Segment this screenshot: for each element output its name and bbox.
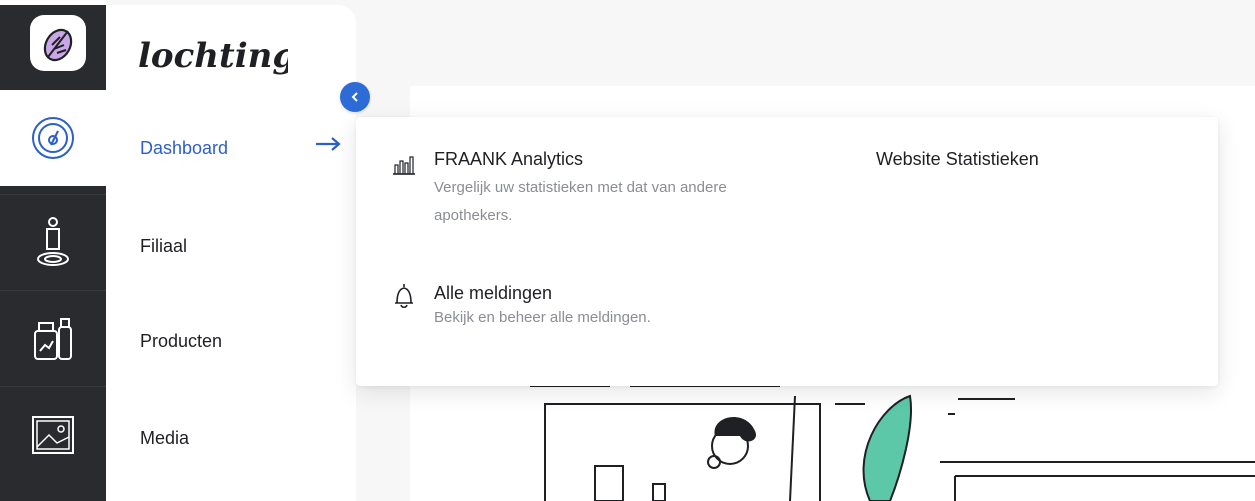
lochting-logo-icon: lochting bbox=[138, 36, 296, 76]
sidebar-nav: lochting Dashboard Filiaal Producten Med… bbox=[106, 5, 356, 501]
sidebar-item-filiaal[interactable]: Filiaal bbox=[140, 236, 187, 257]
collapse-sidebar-button[interactable] bbox=[340, 82, 370, 112]
sidebar-item-media[interactable]: Media bbox=[140, 428, 189, 449]
rail-item-filiaal[interactable] bbox=[0, 194, 106, 291]
rail-top-gap bbox=[0, 0, 106, 5]
entry-title: Website Statistieken bbox=[876, 149, 1039, 169]
analytics-chart-icon bbox=[393, 156, 415, 175]
chevron-left-icon bbox=[351, 92, 358, 102]
office-illustration-icon bbox=[530, 386, 1255, 501]
gauge-icon bbox=[32, 117, 74, 159]
app-logo[interactable] bbox=[30, 15, 86, 71]
svg-text:lochting: lochting bbox=[138, 36, 288, 76]
arrow-right-icon bbox=[316, 137, 341, 151]
bell-icon bbox=[395, 284, 413, 309]
image-icon bbox=[32, 416, 74, 454]
dashboard-dropdown-menu: FRAANK Analytics Vergelijk uw statistiek… bbox=[356, 117, 1218, 386]
entry-title: Alle meldingen bbox=[434, 283, 553, 303]
menu-entry-fraank-analytics[interactable]: FRAANK Analytics Vergelijk uw statistiek… bbox=[434, 149, 794, 230]
brand-wordmark: lochting bbox=[138, 25, 296, 90]
sidebar-item-dashboard[interactable]: Dashboard bbox=[140, 138, 228, 159]
dashboard-illustration bbox=[410, 386, 1255, 501]
leaf-logo-icon bbox=[43, 28, 73, 62]
rail-item-producten[interactable] bbox=[0, 290, 106, 387]
entry-title: FRAANK Analytics bbox=[434, 149, 584, 169]
entry-description: Bekijk en beheer alle meldingen. bbox=[434, 309, 651, 326]
store-person-icon bbox=[37, 217, 69, 266]
products-icon bbox=[34, 318, 72, 360]
menu-entry-website-statistieken[interactable]: Website Statistieken bbox=[876, 149, 1176, 170]
sidebar-item-producten[interactable]: Producten bbox=[140, 331, 222, 352]
entry-description: Vergelijk uw statistieken met dat van an… bbox=[434, 179, 727, 224]
rail-item-media[interactable] bbox=[0, 386, 106, 483]
rail-item-dashboard[interactable] bbox=[0, 90, 106, 186]
menu-entry-alle-meldingen[interactable]: Alle meldingen Bekijk en beheer alle mel… bbox=[434, 283, 794, 332]
icon-rail bbox=[0, 0, 106, 501]
